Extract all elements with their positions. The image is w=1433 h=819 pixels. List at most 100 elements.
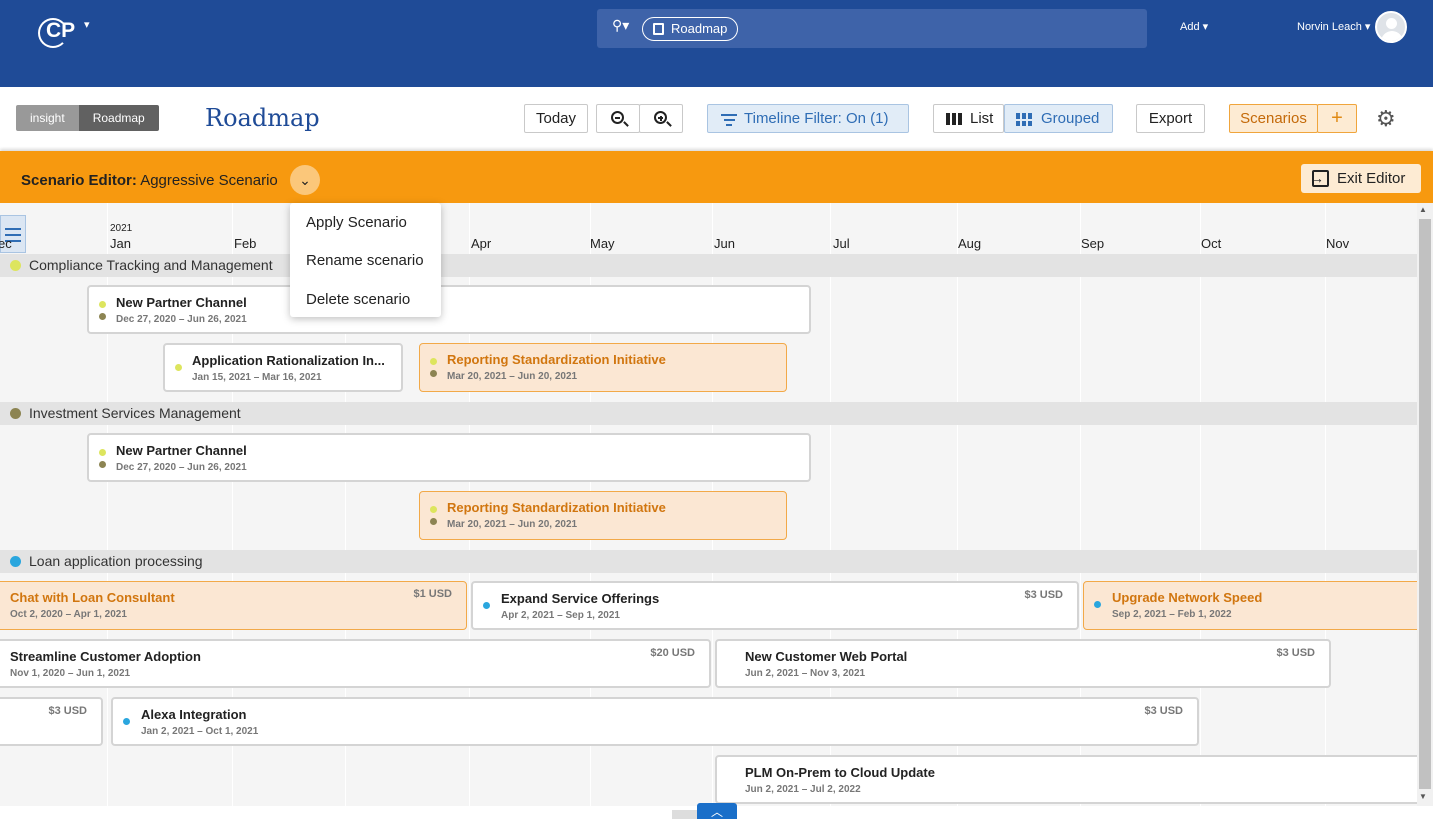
card-title: New Partner Channel	[116, 295, 247, 310]
scenario-name: Aggressive Scenario	[140, 172, 278, 189]
location-pin-icon[interactable]: ⚲▾	[612, 17, 629, 34]
roadmap-card[interactable]: Alexa Integration Jan 2, 2021 – Oct 1, 2…	[111, 697, 1199, 746]
year-label: 2021	[110, 223, 133, 234]
scenarios-button[interactable]: Scenarios	[1229, 104, 1318, 133]
group-header[interactable]: Loan application processing	[0, 550, 1417, 573]
card-title: Reporting Standardization Initiative	[447, 500, 666, 515]
card-title: Reporting Standardization Initiative	[447, 352, 666, 367]
month-label: Oct	[1201, 236, 1222, 251]
user-menu[interactable]: Norvin Leach ▾	[1297, 20, 1370, 33]
horizontal-scrollbar-thumb[interactable]	[672, 810, 700, 819]
card-cost: $3 USD	[48, 705, 87, 717]
timeline-filter-button[interactable]: Timeline Filter: On (1)	[707, 104, 909, 133]
card-title: PLM On-Prem to Cloud Update	[745, 765, 935, 780]
breadcrumb[interactable]: Roadmap	[642, 17, 739, 41]
roadmap-card-selected[interactable]: Chat with Loan Consultant Oct 2, 2020 – …	[0, 581, 467, 630]
card-dates: Jun 2, 2021 – Jul 2, 2022	[745, 784, 861, 795]
roadmap-card-selected[interactable]: Reporting Standardization Initiative Mar…	[419, 491, 787, 540]
roadmap-card[interactable]: New Customer Web Portal Jun 2, 2021 – No…	[715, 639, 1331, 688]
card-title: Streamline Customer Adoption	[10, 649, 201, 664]
zoom-out-icon	[611, 111, 624, 124]
breadcrumb-label: Roadmap	[671, 21, 728, 36]
card-dates: Sep 2, 2021 – Feb 1, 2022	[1112, 609, 1232, 620]
roadmap-card[interactable]: New Partner Channel Dec 27, 2020 – Jun 2…	[87, 285, 811, 334]
card-cost: $20 USD	[650, 647, 695, 659]
zoom-out-button[interactable]	[596, 104, 640, 133]
card-dates: Dec 27, 2020 – Jun 26, 2021	[116, 462, 247, 473]
scroll-up-arrow-icon[interactable]: ▲	[1419, 205, 1427, 214]
exit-editor-button[interactable]: Exit Editor	[1301, 164, 1421, 193]
group-color-dot	[10, 260, 21, 271]
card-dates: Jan 2, 2021 – Oct 1, 2021	[141, 726, 259, 737]
month-label: Apr	[471, 236, 492, 251]
roadmap-card[interactable]: PLM On-Prem to Cloud Update Jun 2, 2021 …	[715, 755, 1417, 804]
card-title: New Customer Web Portal	[745, 649, 908, 664]
avatar[interactable]	[1375, 11, 1407, 43]
roadmap-card[interactable]: Expand Service Offerings Apr 2, 2021 – S…	[471, 581, 1079, 630]
apply-scenario-item[interactable]: Apply Scenario	[306, 214, 407, 231]
card-cost: $3 USD	[1144, 705, 1183, 717]
month-label: Jun	[714, 236, 735, 251]
grouped-view-button[interactable]: Grouped	[1004, 104, 1113, 133]
rename-scenario-item[interactable]: Rename scenario	[306, 252, 424, 269]
roadmap-card-selected[interactable]: Upgrade Network Speed Sep 2, 2021 – Feb …	[1083, 581, 1417, 630]
month-label: Feb	[234, 236, 257, 251]
chevron-down-icon[interactable]: ▾	[84, 18, 90, 31]
add-menu[interactable]: Add ▾	[1180, 20, 1208, 33]
month-label: Jul	[833, 236, 850, 251]
roadmap-tab[interactable]: Roadmap	[78, 105, 159, 131]
list-view-button[interactable]: List	[933, 104, 1004, 133]
roadmap-card[interactable]: Streamline Customer Adoption Nov 1, 2020…	[0, 639, 711, 688]
view-switcher: insight Roadmap	[16, 105, 159, 131]
list-icon	[946, 113, 962, 125]
card-dates: Oct 2, 2020 – Apr 1, 2021	[10, 609, 127, 620]
chevron-up-icon[interactable]: ︿	[697, 803, 737, 819]
card-dates: Jan 15, 2021 – Mar 16, 2021	[192, 372, 322, 383]
card-title: Expand Service Offerings	[501, 591, 660, 606]
card-dates: Apr 2, 2021 – Sep 1, 2021	[501, 610, 620, 621]
scenario-dropdown-toggle[interactable]: ⌄	[290, 165, 320, 195]
roadmap-card[interactable]: Application Rationalization In... Jan 15…	[163, 343, 403, 392]
month-label: Sep	[1081, 236, 1105, 251]
card-title: New Partner Channel	[116, 443, 247, 458]
card-dates: Dec 27, 2020 – Jun 26, 2021	[116, 314, 247, 325]
card-title: Application Rationalization In...	[192, 353, 385, 368]
card-title: Alexa Integration	[141, 707, 247, 722]
card-dates: Mar 20, 2021 – Jun 20, 2021	[447, 371, 578, 382]
exit-icon	[1310, 167, 1329, 189]
card-dates: Mar 20, 2021 – Jun 20, 2021	[447, 519, 578, 530]
scroll-down-arrow-icon[interactable]: ▼	[1419, 792, 1427, 801]
card-dates: Jun 2, 2021 – Nov 3, 2021	[745, 668, 866, 679]
vertical-scrollbar-thumb[interactable]	[1419, 219, 1431, 789]
group-header[interactable]: Compliance Tracking and Management	[0, 254, 1417, 277]
roadmap-card[interactable]: New Partner Channel Dec 27, 2020 – Jun 2…	[87, 433, 811, 482]
card-title: Upgrade Network Speed	[1112, 590, 1263, 605]
roadmap-icon	[653, 23, 664, 35]
roadmap-card[interactable]: $3 USD	[0, 697, 103, 746]
month-label: ec	[0, 236, 12, 251]
delete-scenario-item[interactable]: Delete scenario	[306, 291, 410, 308]
export-button[interactable]: Export	[1136, 104, 1205, 133]
card-title: Chat with Loan Consultant	[10, 590, 175, 605]
group-header[interactable]: Investment Services Management	[0, 402, 1417, 425]
scenario-menu: Apply Scenario Rename scenario Delete sc…	[290, 203, 441, 317]
month-label: Nov	[1326, 236, 1350, 251]
zoom-in-icon	[654, 111, 667, 124]
app-logo[interactable]: CP	[36, 12, 80, 48]
gear-icon[interactable]: ⚙	[1376, 106, 1396, 132]
card-cost: $1 USD	[413, 588, 452, 600]
scenario-editor-title: Scenario Editor: Aggressive Scenario	[21, 172, 278, 189]
insight-tab[interactable]: insight	[16, 105, 79, 131]
page-title: Roadmap	[205, 104, 320, 132]
filter-icon	[721, 114, 737, 129]
add-scenario-button[interactable]: +	[1317, 104, 1357, 133]
grid-icon	[1016, 113, 1032, 126]
zoom-in-button[interactable]	[639, 104, 683, 133]
month-label: Aug	[958, 236, 982, 251]
card-cost: $3 USD	[1024, 589, 1063, 601]
group-color-dot	[10, 556, 21, 567]
today-button[interactable]: Today	[524, 104, 588, 133]
card-cost: $3 USD	[1276, 647, 1315, 659]
roadmap-card-selected[interactable]: Reporting Standardization Initiative Mar…	[419, 343, 787, 392]
group-color-dot	[10, 408, 21, 419]
